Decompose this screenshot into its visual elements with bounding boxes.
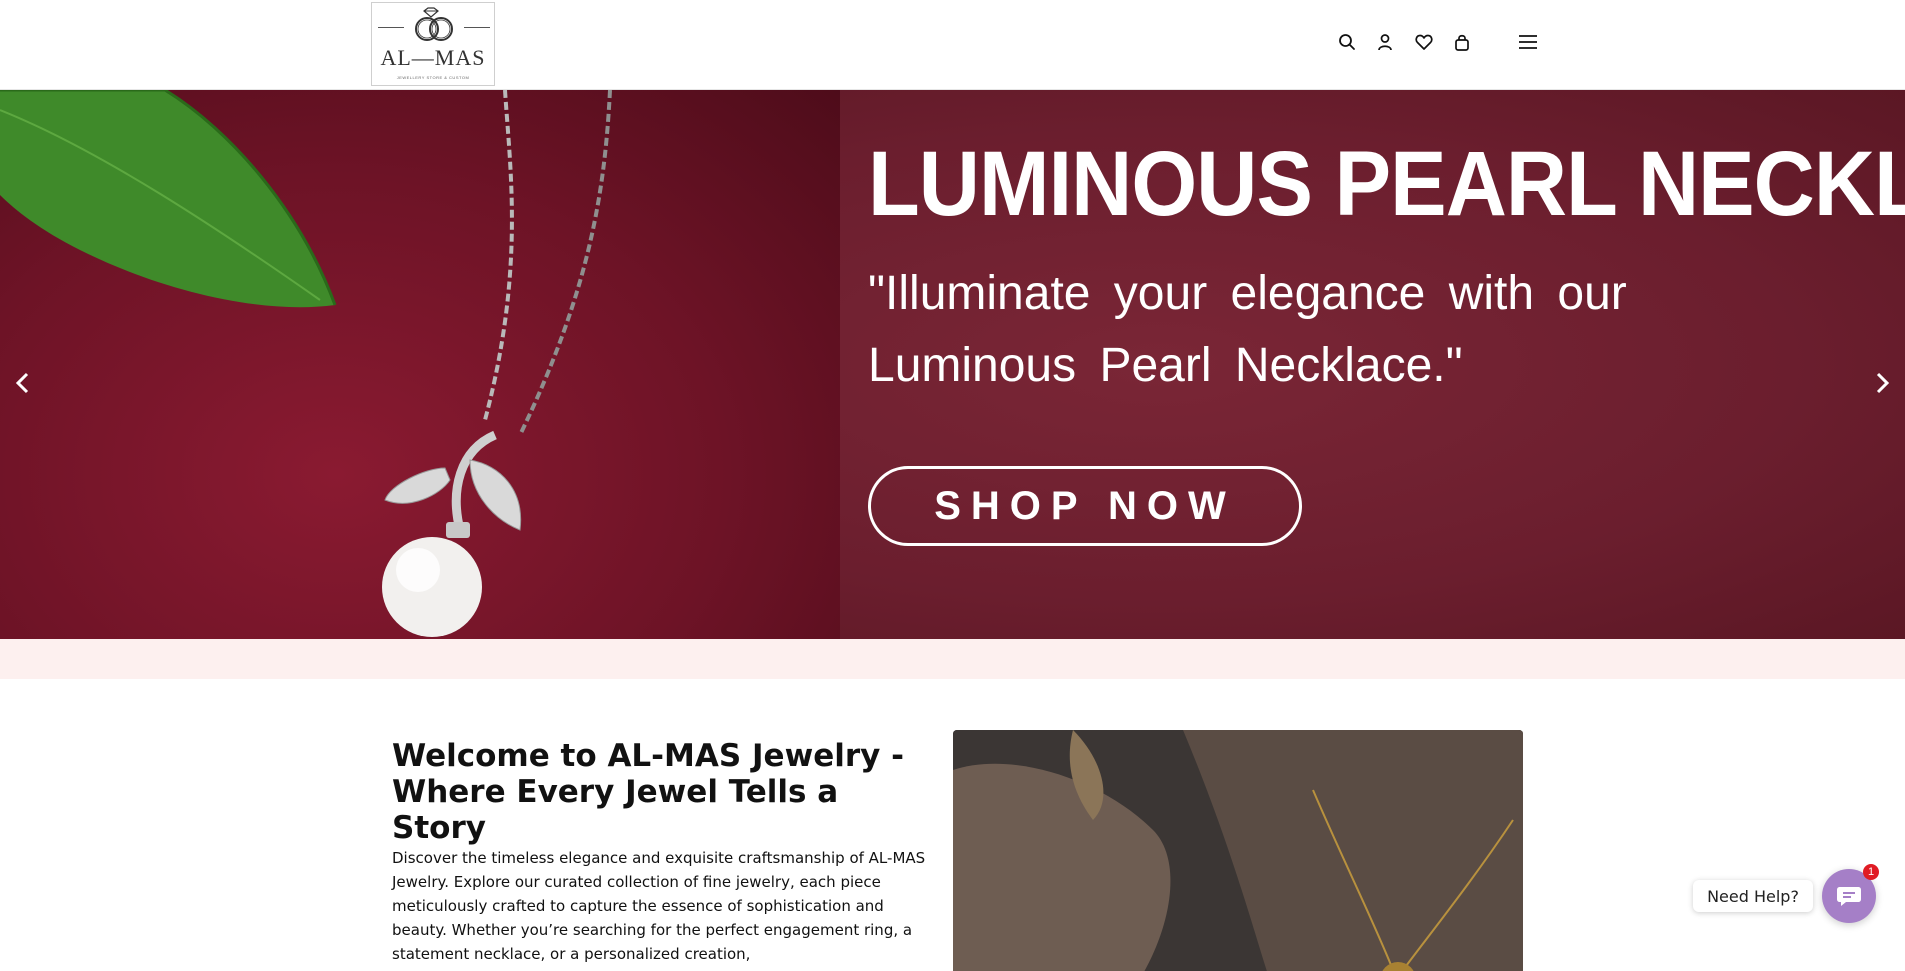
- welcome-heading: Welcome to AL-MAS Jewelry - Where Every …: [392, 738, 905, 846]
- search-icon[interactable]: [1335, 30, 1359, 54]
- hero-product-image: [0, 90, 840, 639]
- logo-tagline: JEWELLERY STORE & CUSTOM: [396, 75, 470, 80]
- logo-line-left: [378, 27, 404, 28]
- model-jewelry-image: [953, 730, 1523, 971]
- shop-now-button[interactable]: SHOP NOW: [868, 466, 1302, 546]
- chevron-right-icon[interactable]: [1867, 368, 1897, 398]
- account-icon[interactable]: [1373, 30, 1397, 54]
- cart-bag-icon[interactable]: [1450, 30, 1474, 54]
- hamburger-menu-icon[interactable]: [1516, 30, 1540, 54]
- notification-badge: 1: [1863, 864, 1879, 880]
- welcome-paragraph: Discover the timeless elegance and exqui…: [392, 849, 926, 963]
- hero-slider: LUMINOUS PEARL NECKLACE "Illuminate your…: [0, 90, 1905, 639]
- rings-icon: [415, 7, 453, 41]
- chevron-left-icon[interactable]: [8, 368, 38, 398]
- hero-title: LUMINOUS PEARL NECKLACE: [868, 133, 1905, 235]
- hero-quote: "Illuminate your elegance with our Lumin…: [868, 267, 1627, 392]
- logo-line-right: [464, 27, 490, 28]
- chat-bubble-icon: [1837, 887, 1861, 906]
- logo-brand-text: AL—MAS: [380, 45, 486, 70]
- wishlist-heart-icon[interactable]: [1412, 30, 1436, 54]
- section-divider: [0, 639, 1905, 679]
- need-help-label[interactable]: Need Help?: [1693, 880, 1813, 912]
- site-header: AL—MAS JEWELLERY STORE & CUSTOM: [0, 0, 1905, 90]
- site-logo[interactable]: AL—MAS JEWELLERY STORE & CUSTOM: [371, 2, 495, 86]
